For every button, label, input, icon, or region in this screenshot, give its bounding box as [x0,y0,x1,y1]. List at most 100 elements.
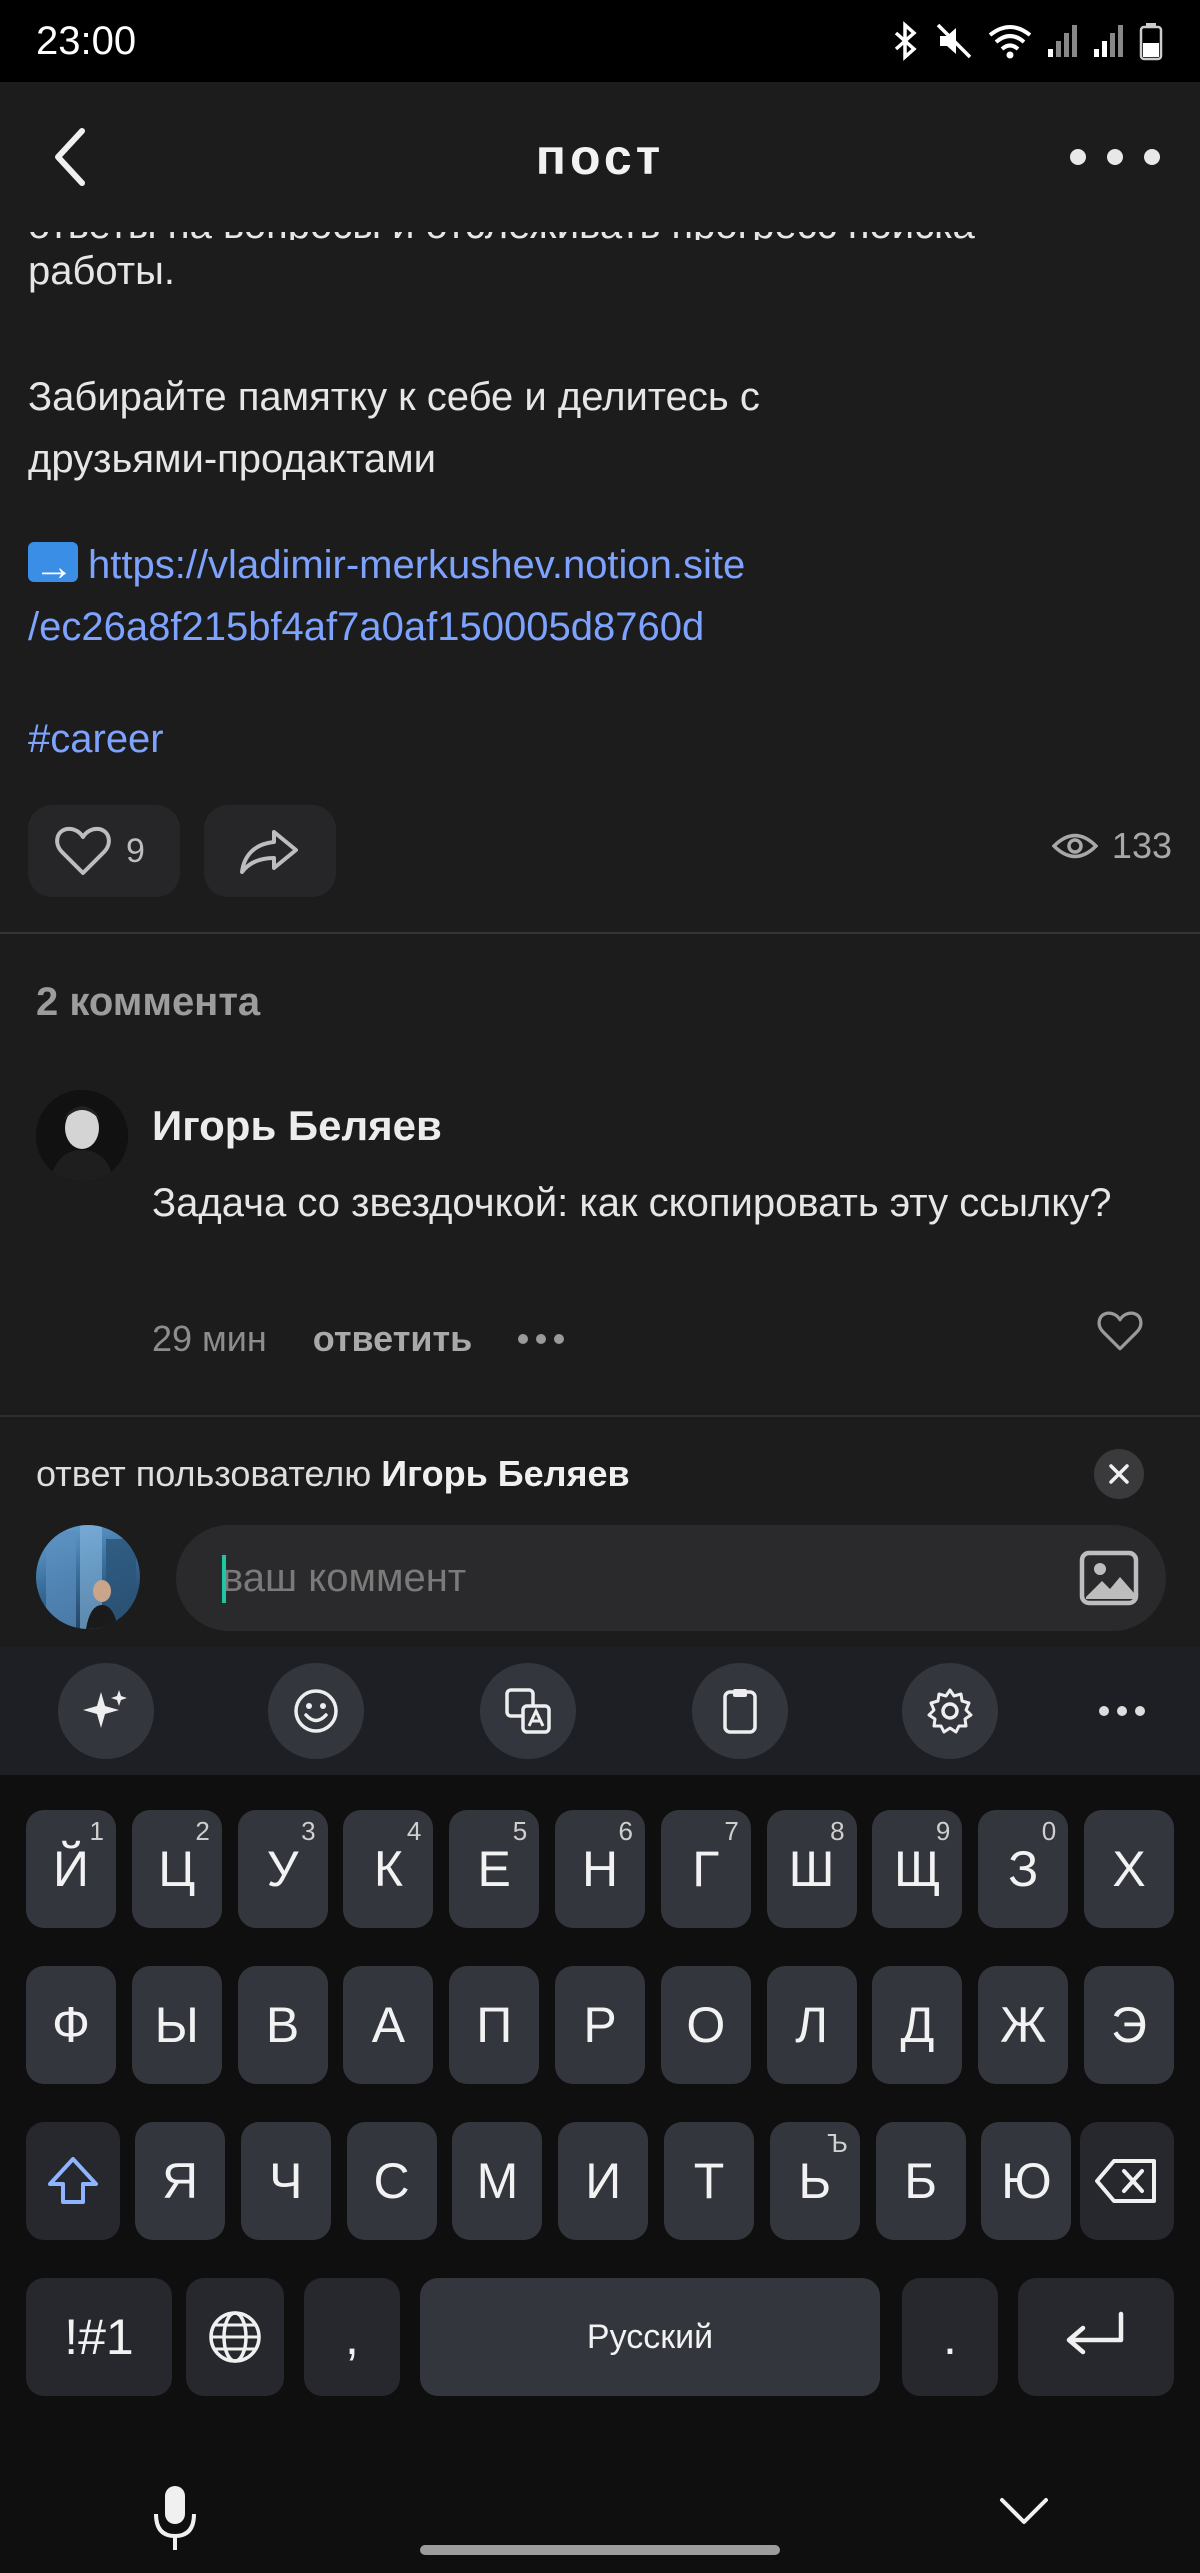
key-А[interactable]: А [343,1966,434,2084]
post-link[interactable]: https://vladimir-merkushev.notion.site [88,543,745,587]
key-И[interactable]: И [558,2122,649,2240]
period-key[interactable]: . [902,2278,998,2396]
comment-input[interactable] [222,1555,1022,1601]
enter-key[interactable] [1018,2278,1174,2396]
key-С[interactable]: С [346,2122,437,2240]
key-label: П [476,1997,513,2053]
attach-image-button[interactable] [1078,1547,1140,1609]
comment-like-button[interactable] [1096,1310,1144,1357]
key-Б[interactable]: Б [875,2122,966,2240]
key-hint: 8 [830,1816,845,1846]
comment-input-field[interactable] [176,1525,1166,1631]
emoji-button[interactable] [268,1663,364,1759]
reply-composer: ответ пользователю Игорь Беляев [0,1417,1200,1647]
current-user-avatar [36,1525,140,1629]
more-options-button[interactable] [1060,132,1170,182]
key-label: Т [693,2153,725,2209]
key-Щ[interactable]: Щ9 [872,1810,963,1928]
ai-sparkle-button[interactable] [58,1663,154,1759]
key-Ш[interactable]: Ш8 [766,1810,857,1928]
key-Ж[interactable]: Ж [978,1966,1069,2084]
hide-keyboard-button[interactable] [998,2494,1050,2533]
key-label: К [373,1841,403,1897]
back-button[interactable] [40,127,100,187]
key-Э[interactable]: Э [1084,1966,1174,2084]
enter-return-icon [1066,2311,1124,2355]
key-label: С [373,2153,410,2209]
key-label: Э [1111,1997,1147,2053]
key-label: А [371,1997,406,2053]
key-М[interactable]: М [452,2122,543,2240]
shift-arrow-icon [48,2157,98,2204]
voice-input-button[interactable] [150,2484,200,2559]
key-В[interactable]: В [237,1966,328,2084]
post-text-line: друзьями-продактами [28,437,436,481]
signal-icon-2 [1094,25,1123,57]
symbols-key[interactable]: !#1 [26,2278,172,2396]
smiley-icon [294,1689,338,1733]
comment-time: 29 мин [152,1318,267,1359]
key-Ю[interactable]: Ю [981,2122,1072,2240]
key-Ь[interactable]: ЬЪ [769,2122,860,2240]
key-Е[interactable]: Е5 [449,1810,540,1928]
key-Н[interactable]: Н6 [555,1810,645,1928]
key-К[interactable]: К4 [343,1810,434,1928]
avatar[interactable] [36,1090,128,1182]
home-indicator[interactable] [420,2545,780,2555]
key-Л[interactable]: Л [766,1966,857,2084]
more-dot-icon [1070,149,1087,165]
heart-icon [1097,1311,1143,1351]
more-dot-icon [1143,149,1160,165]
comment-more-button[interactable] [518,1334,565,1344]
chevron-down-icon [1000,2498,1048,2524]
backspace-key[interactable] [1080,2122,1174,2240]
reply-button[interactable]: ответить [313,1318,472,1360]
keyboard-more-button[interactable] [1074,1663,1170,1759]
avatar-photo [36,1090,128,1182]
backspace-icon [1095,2159,1156,2203]
hashtag-link[interactable]: #career [28,708,1168,770]
key-Ф[interactable]: Ф [26,1966,116,2084]
key-О[interactable]: О [660,1966,751,2084]
key-Д[interactable]: Д [872,1966,963,2084]
post-text-line: работы. [28,249,175,293]
key-П[interactable]: П [449,1966,540,2084]
key-label: !#1 [64,2309,134,2365]
key-Г[interactable]: Г7 [660,1810,751,1928]
shift-key[interactable] [26,2122,120,2240]
key-Ц[interactable]: Ц2 [131,1810,222,1928]
comma-key[interactable]: , [304,2278,400,2396]
key-Р[interactable]: Р [555,1966,645,2084]
space-key[interactable]: Русский [420,2278,880,2396]
post-link-continued[interactable]: /ec26a8f215bf4af7a0af150005d8760d [28,596,1168,658]
keyboard-settings-button[interactable] [902,1663,998,1759]
post-link-block: https://vladimir-merkushev.notion.site /… [28,534,1168,658]
translate-icon [505,1688,551,1734]
heart-icon [55,826,111,875]
key-label: Д [900,1997,935,2053]
key-У[interactable]: У3 [237,1810,328,1928]
key-Х[interactable]: Х [1084,1810,1174,1928]
key-label: Ч [269,2153,303,2209]
comment-author[interactable]: Игорь Беляев [152,1102,442,1150]
share-button[interactable] [204,805,336,897]
key-hint: 9 [935,1816,951,1846]
sparkle-icon [83,1690,127,1728]
key-Я[interactable]: Я [135,2122,225,2240]
key-Ы[interactable]: Ы [131,1966,222,2084]
key-З[interactable]: З0 [978,1810,1069,1928]
cancel-reply-button[interactable] [1094,1449,1144,1499]
reply-target-user: Игорь Беляев [381,1453,630,1494]
key-hint: 7 [724,1816,739,1846]
comment-item: Игорь Беляев Задача со звездочкой: как с… [0,1090,1200,1370]
translate-button[interactable] [480,1663,576,1759]
key-Т[interactable]: Т [664,2122,754,2240]
key-label: Р [583,1997,617,2053]
clipboard-button[interactable] [692,1663,788,1759]
key-Ч[interactable]: Ч [240,2122,331,2240]
key-Й[interactable]: Й1 [26,1810,116,1928]
more-dot-icon [1135,1706,1145,1716]
like-button[interactable]: 9 [28,805,180,897]
more-dot-icon [518,1334,529,1344]
language-key[interactable] [186,2278,284,2396]
